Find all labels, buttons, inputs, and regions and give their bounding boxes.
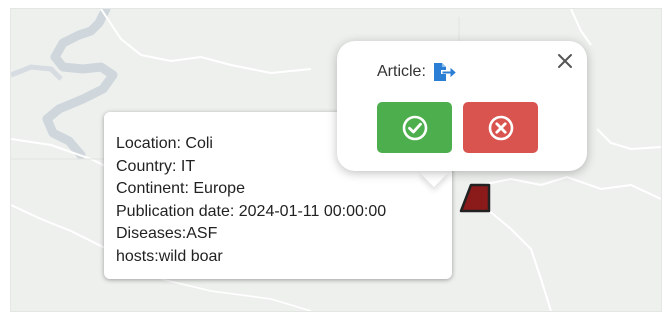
tooltip-continent: Continent: Europe	[116, 180, 245, 198]
tooltip-diseases: Diseases:ASF	[116, 225, 218, 243]
file-export-icon[interactable]	[432, 62, 456, 82]
close-icon	[558, 54, 572, 68]
tooltip-publication-date: Publication date: 2024-01-11 00:00:00	[116, 202, 387, 220]
road	[160, 278, 312, 311]
road	[11, 138, 112, 170]
road	[480, 175, 661, 200]
article-popup: Article:	[337, 41, 587, 171]
road	[570, 9, 592, 46]
reject-button[interactable]	[463, 102, 538, 153]
close-button[interactable]	[555, 51, 575, 71]
article-label: Article:	[377, 63, 426, 80]
road	[11, 204, 108, 250]
x-circle-icon	[488, 115, 513, 140]
road	[596, 128, 661, 151]
article-row: Article:	[377, 62, 456, 82]
tooltip-hosts: hosts:wild boar	[116, 247, 223, 265]
river-branch	[11, 64, 63, 81]
road	[100, 9, 312, 75]
road	[486, 208, 552, 311]
map-marker[interactable]	[457, 181, 493, 217]
check-circle-icon	[402, 115, 427, 140]
accept-button[interactable]	[377, 102, 452, 153]
